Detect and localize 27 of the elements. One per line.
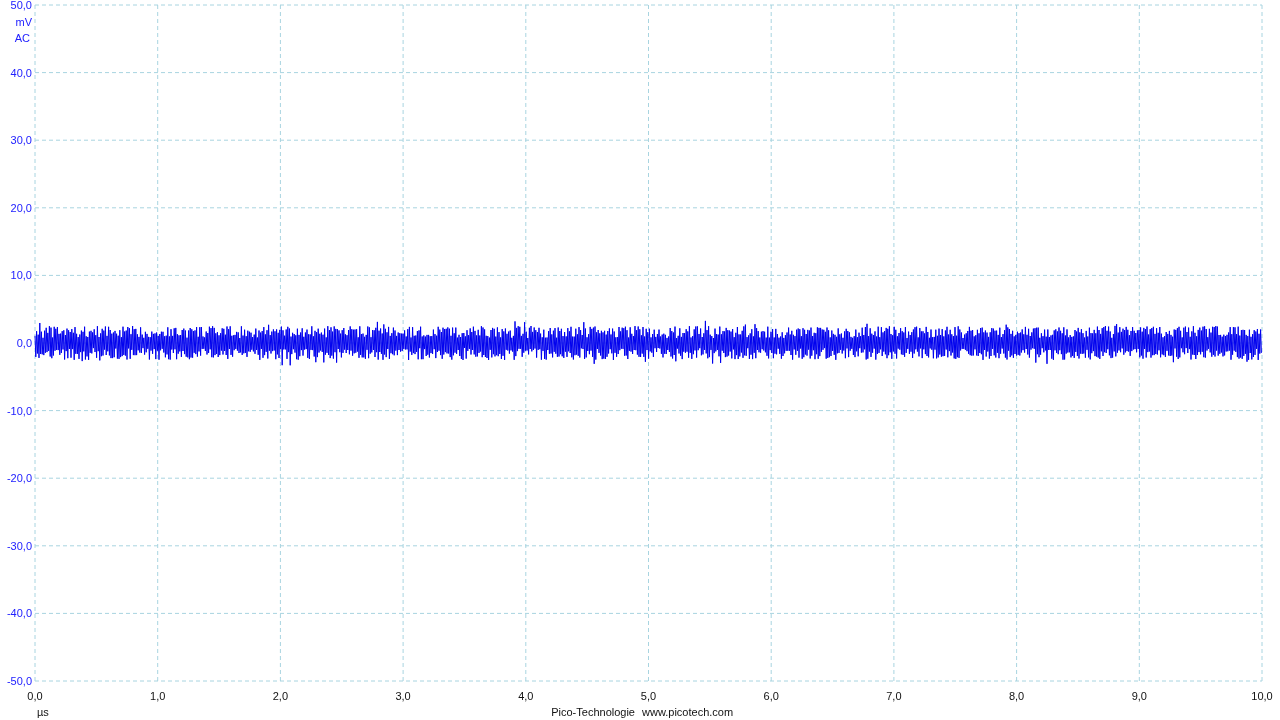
- x-tick-label: 5,0: [640, 690, 657, 702]
- y-tick-label: 10,0: [10, 269, 32, 282]
- y-unit-label: mV: [15, 16, 32, 28]
- y-tick-label: -40,0: [6, 607, 32, 620]
- y-tick-label: -20,0: [6, 472, 32, 485]
- y-tick-label: 50,0: [10, 0, 32, 11]
- x-tick-label: 2,0: [272, 690, 289, 702]
- x-tick-label: 1,0: [150, 690, 166, 702]
- website-label: www.picotech.com: [642, 706, 734, 718]
- x-tick-label: 8,0: [1008, 690, 1025, 702]
- y-tick-label: 40,0: [10, 66, 32, 79]
- x-unit-label: µs: [37, 706, 49, 718]
- x-tick-label: 6,0: [763, 690, 779, 702]
- y-tick-label: 0,0: [16, 337, 32, 349]
- company-label: Pico-Technologie: [551, 706, 635, 718]
- y-tick-label: 20,0: [10, 201, 32, 214]
- x-tick-label: 4,0: [518, 690, 534, 702]
- y-tick-label: -30,0: [6, 539, 32, 552]
- coupling-label: AC: [14, 32, 30, 44]
- y-tick-label: 30,0: [10, 134, 32, 147]
- y-tick-label: -10,0: [6, 404, 32, 417]
- x-tick-label: 3,0: [395, 690, 411, 702]
- x-tick-label: 0,0: [27, 690, 43, 702]
- x-tick-label: 7,0: [886, 690, 902, 702]
- x-tick-label: 10,0: [1251, 690, 1273, 702]
- x-tick-label: 9,0: [1131, 690, 1147, 702]
- y-tick-label: -50,0: [6, 675, 32, 687]
